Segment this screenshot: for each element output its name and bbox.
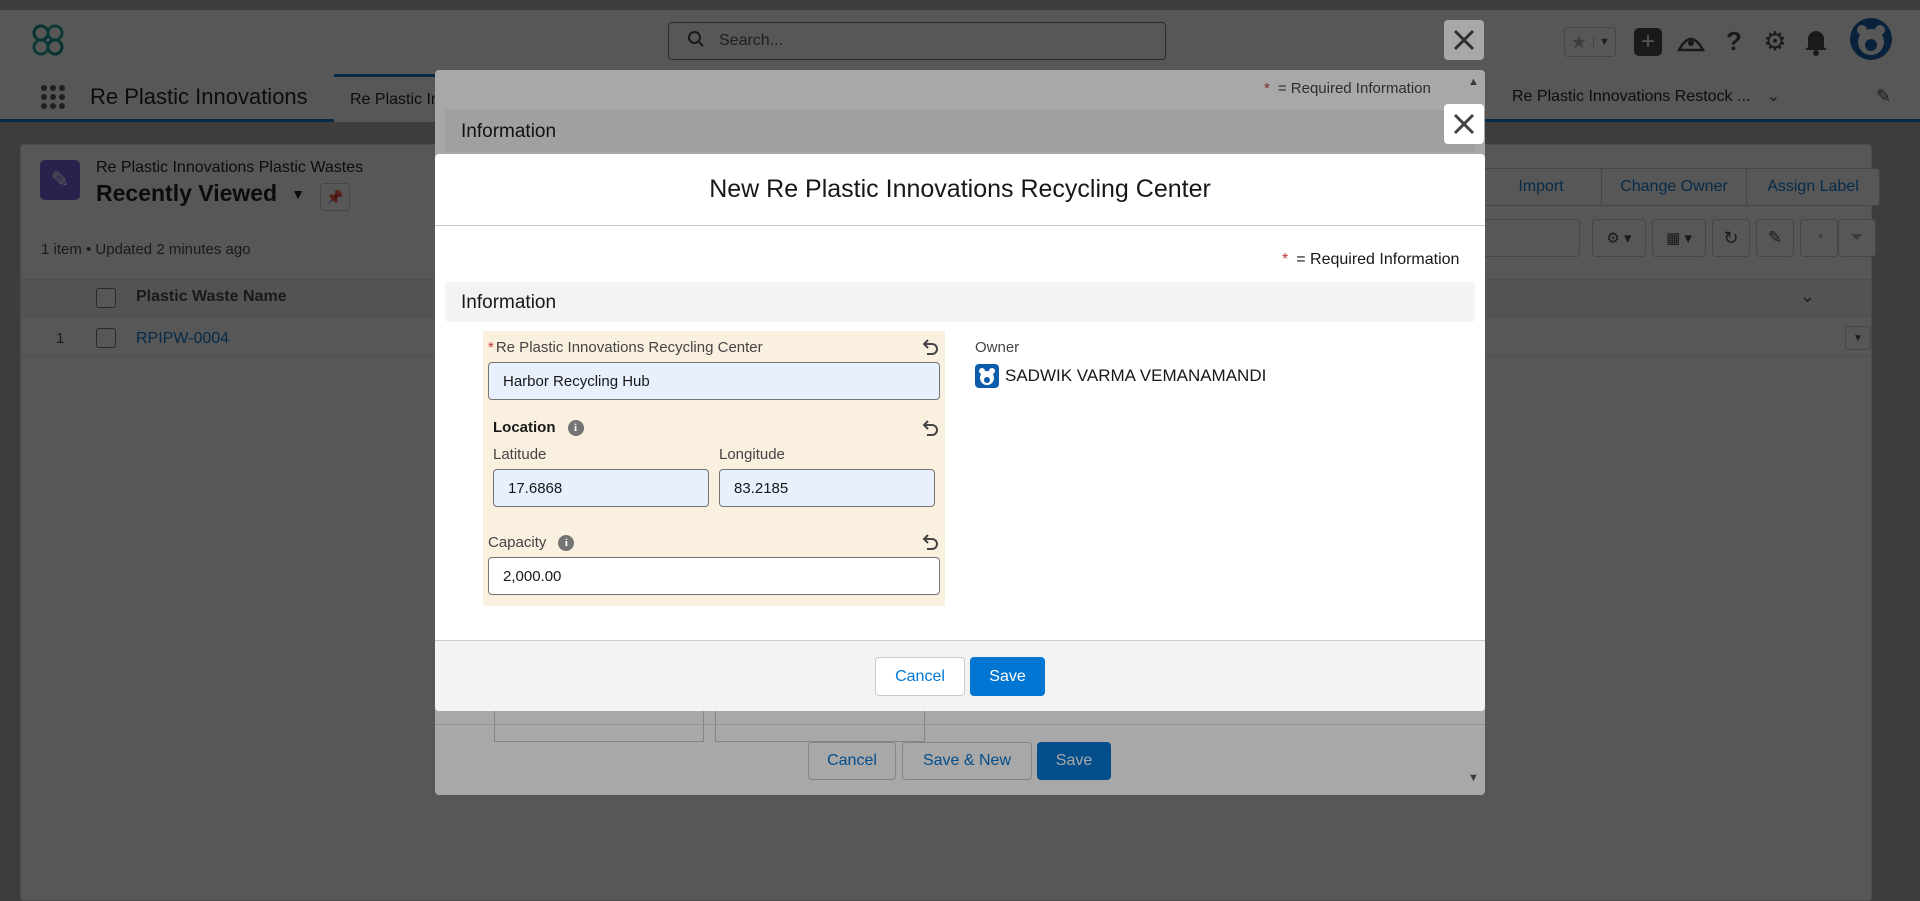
latitude-input[interactable]: 17.6868 (493, 469, 709, 507)
required-asterisk: * (488, 339, 494, 356)
label-text: Re Plastic Innovations Recycling Center (495, 339, 763, 356)
longitude-input[interactable]: 83.2185 (719, 469, 935, 507)
undo-icon[interactable] (921, 338, 939, 356)
recycling-center-name-input[interactable]: Harbor Recycling Hub (488, 362, 940, 400)
input-value: Harbor Recycling Hub (503, 372, 650, 390)
capacity-label: Capacity i (488, 534, 575, 551)
undo-icon[interactable] (921, 419, 939, 437)
info-icon[interactable]: i (567, 419, 584, 436)
required-note-text: = Required Information (1296, 251, 1460, 268)
location-label: Location i (493, 419, 584, 436)
capacity-input[interactable]: 2,000.00 (488, 557, 940, 595)
required-note: * = Required Information (1282, 251, 1459, 269)
label-text: Location (493, 419, 556, 436)
longitude-label: Longitude (719, 446, 785, 463)
owner-value: SADWIK VARMA VEMANAMANDI (975, 364, 1266, 388)
input-value: 17.6868 (508, 479, 563, 497)
save-label: Save (989, 667, 1026, 685)
input-value: 2,000.00 (503, 567, 562, 585)
owner-name-link[interactable]: SADWIK VARMA VEMANAMANDI (1005, 366, 1266, 386)
close-icon[interactable] (1444, 104, 1484, 144)
save-button[interactable]: Save (970, 657, 1045, 696)
latitude-label: Latitude (493, 446, 547, 463)
modal-header: New Re Plastic Innovations Recycling Cen… (435, 154, 1485, 226)
section-title: Information (461, 292, 557, 313)
recycling-center-name-label: * Re Plastic Innovations Recycling Center (488, 339, 763, 356)
cancel-label: Cancel (895, 667, 945, 685)
required-asterisk: * (1282, 251, 1289, 268)
cancel-button[interactable]: Cancel (875, 657, 965, 696)
info-icon[interactable]: i (558, 534, 575, 551)
label-text: Capacity (488, 534, 547, 551)
owner-label: Owner (975, 339, 1020, 356)
input-value: 83.2185 (734, 479, 789, 497)
section-header: Information (445, 282, 1475, 322)
undo-icon[interactable] (921, 533, 939, 551)
owner-avatar-icon (975, 364, 999, 388)
modal-title: New Re Plastic Innovations Recycling Cen… (709, 175, 1211, 203)
